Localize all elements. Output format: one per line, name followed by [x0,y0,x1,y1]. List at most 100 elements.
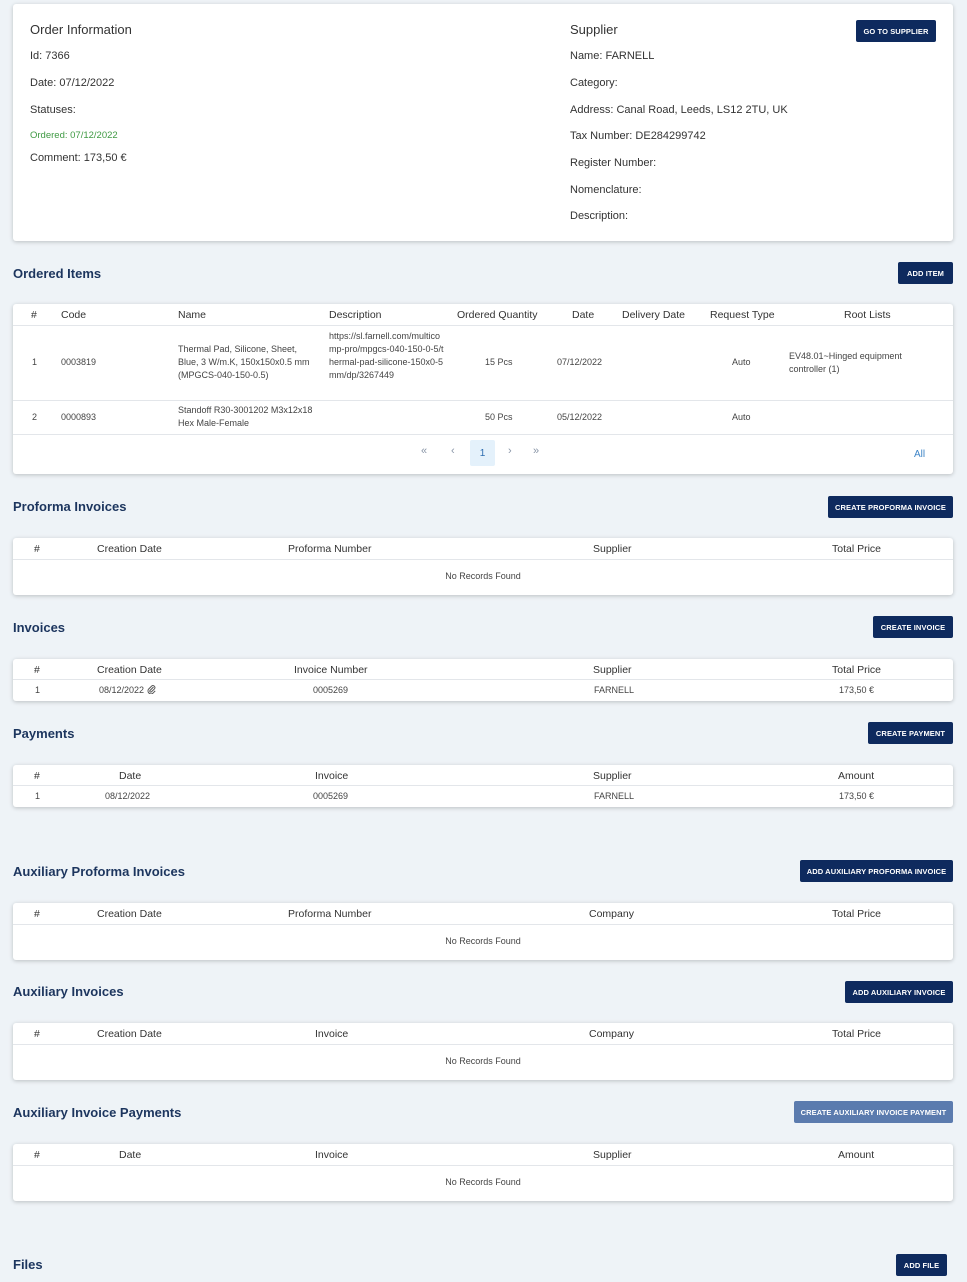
row-divider [13,434,953,435]
col-supplier: Supplier [593,1149,632,1161]
col-invoice: Invoice [315,1028,349,1040]
order-info-title: Order Information [30,22,132,37]
col-delivery-date: Delivery Date [622,309,686,321]
add-aux-invoice-button[interactable]: ADD AUXILIARY INVOICE [845,981,953,1003]
statuses-label: Statuses: [30,104,76,116]
col-num: # [31,309,37,321]
paperclip-icon[interactable] [147,684,156,698]
col-proforma-number: Proforma Number [288,908,372,920]
item-row-1-date: 07/12/2022 [557,357,603,367]
pagination-prev-icon[interactable]: ‹ [451,445,455,457]
supplier-register-number: Register Number: [570,157,657,169]
item-row-2-date: 05/12/2022 [557,412,603,422]
invoice-row-1-number: 0005269 [313,685,349,695]
col-root-lists: Root Lists [844,309,891,321]
col-total-price: Total Price [832,664,882,676]
col-request-type: Request Type [710,309,775,321]
col-num: # [34,908,40,920]
order-date: Date: 07/12/2022 [30,77,115,89]
col-proforma-number: Proforma Number [288,543,372,555]
col-name: Name [178,309,207,321]
col-invoice: Invoice [315,770,349,782]
aux-invoices-table: # Creation Date Invoice Company Total Pr… [13,1023,953,1080]
invoice-row-1-supplier: FARNELL [594,685,635,695]
add-aux-proforma-invoice-button[interactable]: ADD AUXILIARY PROFORMA INVOICE [800,860,953,882]
supplier-description: Description: [570,210,629,222]
aux-proforma-table: # Creation Date Proforma Number Company … [13,903,953,960]
col-date: Date [119,1149,142,1161]
create-proforma-invoice-button[interactable]: CREATE PROFORMA INVOICE [828,496,953,518]
create-invoice-button[interactable]: CREATE INVOICE [873,616,953,638]
invoices-table: # Creation Date Invoice Number Supplier … [13,659,953,701]
col-creation-date: Creation Date [97,543,162,555]
item-row-1-root-lists[interactable]: EV48.01~Hinged equipment controller (1) [789,350,929,376]
pagination-current-page[interactable]: 1 [470,440,495,466]
col-company: Company [589,1028,634,1040]
no-records-message: No Records Found [445,571,521,581]
item-row-2-request-type: Auto [732,412,751,422]
order-comment: Comment: 173,50 € [30,152,127,164]
col-date: Date [119,770,142,782]
col-creation-date: Creation Date [97,1028,162,1040]
item-row-1-qty: 15 Pcs [485,357,513,367]
col-company: Company [589,908,634,920]
invoice-row-1-total: 173,50 € [839,685,875,695]
order-id: Id: 7366 [30,50,70,62]
item-row-2-code: 0000893 [61,412,97,422]
col-num: # [34,1149,40,1161]
aux-payments-table: # Date Invoice Supplier Amount No Record… [13,1144,953,1201]
create-aux-invoice-payment-button[interactable]: CREATE AUXILIARY INVOICE PAYMENT [794,1101,953,1123]
no-records-message: No Records Found [445,1056,521,1066]
item-row-1-num: 1 [32,357,38,367]
payment-row-1-date: 08/12/2022 [105,791,151,801]
payment-row-1-amount: 173,50 € [839,791,875,801]
table-header [13,765,953,786]
invoice-row-1-num: 1 [35,685,41,695]
item-row-1-description[interactable]: https://sl.farnell.com/multicomp-pro/mpg… [329,330,447,382]
pagination-first-icon[interactable]: « [421,445,427,457]
files-title: Files [13,1257,43,1272]
supplier-title: Supplier [570,22,618,37]
aux-invoices-title: Auxiliary Invoices [13,984,124,999]
col-num: # [34,770,40,782]
invoice-row-1-date-text: 08/12/2022 [99,685,145,695]
no-records-message: No Records Found [445,1177,521,1187]
go-to-supplier-button[interactable]: GO TO SUPPLIER [856,20,936,42]
add-item-button[interactable]: ADD ITEM [898,262,953,284]
payments-title: Payments [13,726,75,741]
pagination-next-icon[interactable]: › [508,445,512,457]
item-row-2-num: 2 [32,412,38,422]
supplier-address: Address: Canal Road, Leeds, LS12 2TU, UK [570,104,788,116]
status-ordered: Ordered: 07/12/2022 [30,130,118,141]
table-header [13,1144,953,1166]
aux-proforma-title: Auxiliary Proforma Invoices [13,864,185,879]
col-code: Code [61,309,87,321]
invoices-title: Invoices [13,620,66,635]
item-row-2-name: Standoff R30-3001202 M3x12x18 Hex Male-F… [178,405,313,428]
item-row-1-code: 0003819 [61,357,97,367]
col-supplier: Supplier [593,664,632,676]
col-amount: Amount [838,1149,875,1161]
col-amount: Amount [838,770,875,782]
col-invoice: Invoice [315,1149,349,1161]
col-num: # [34,664,40,676]
create-payment-button[interactable]: CREATE PAYMENT [868,722,953,744]
col-creation-date: Creation Date [97,908,162,920]
show-all-link[interactable]: All [914,449,925,460]
no-records-message: No Records Found [445,936,521,946]
invoice-row-1-date[interactable]: 08/12/2022 [99,684,156,698]
pagination-last-icon[interactable]: » [533,445,539,457]
col-description: Description [329,309,382,321]
proforma-invoices-table: # Creation Date Proforma Number Supplier… [13,538,953,595]
payment-row-1-invoice: 0005269 [313,791,349,801]
col-total-price: Total Price [832,543,882,555]
col-num: # [34,543,40,555]
item-row-2-qty: 50 Pcs [485,412,513,422]
supplier-category: Category: [570,77,618,89]
add-file-button[interactable]: ADD FILE [896,1254,947,1276]
aux-payments-title: Auxiliary Invoice Payments [13,1105,182,1120]
item-row-1-name: Thermal Pad, Silicone, Sheet, Blue, 3 W/… [178,344,310,380]
col-total-price: Total Price [832,908,882,920]
col-invoice-number: Invoice Number [294,664,368,676]
payment-row-1-supplier: FARNELL [594,791,635,801]
